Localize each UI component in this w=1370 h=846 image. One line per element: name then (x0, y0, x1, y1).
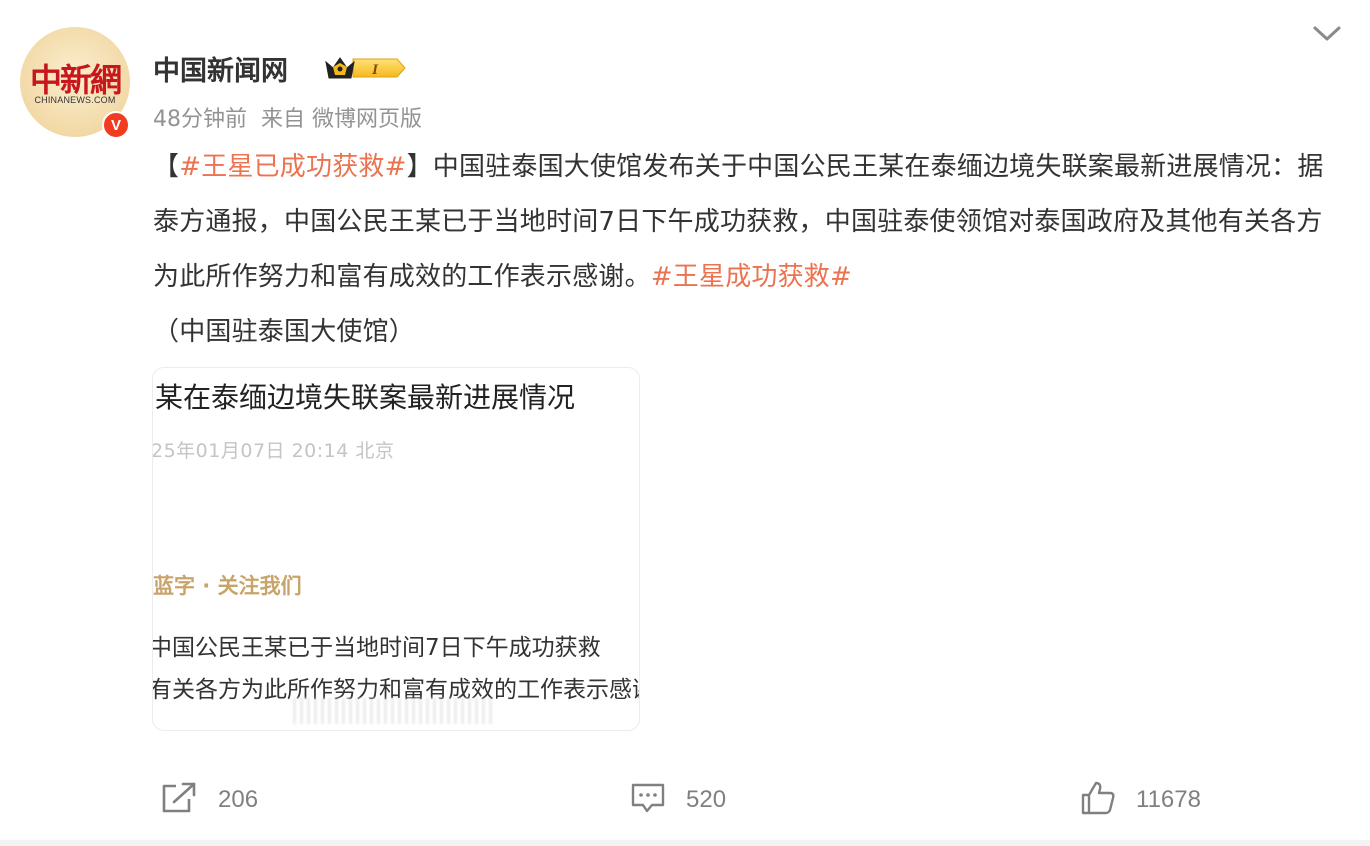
bracket-close: 】 (406, 152, 433, 182)
card-follow-text: 蓝字 · 关注我们 (153, 574, 302, 598)
post-source-note: （中国驻泰国大使馆） (153, 317, 416, 347)
like-count: 11678 (1136, 786, 1201, 813)
divider (0, 840, 1370, 846)
post-time[interactable]: 48分钟前 (153, 107, 247, 132)
post-source: 来自 微博网页版 (261, 107, 422, 132)
avatar-sub-text: CHINANEWS.COM (34, 95, 116, 105)
hashtag-link[interactable]: #王星已成功获救# (179, 152, 406, 182)
chevron-down-icon[interactable] (1310, 20, 1344, 46)
thumbs-up-icon (1080, 780, 1116, 820)
crown-badge-icon[interactable]: I (323, 54, 407, 82)
card-text-line-1: 中国公民王某已于当地时间7日下午成功获救 (152, 635, 601, 661)
card-title: 某在泰缅边境失联案最新进展情况 (155, 381, 576, 414)
author-name[interactable]: 中国新闻网 (153, 49, 288, 88)
bracket-open: 【 (153, 152, 180, 182)
repost-button[interactable]: 206 (160, 780, 258, 820)
rank-badge-label: I (371, 62, 379, 78)
repost-icon (160, 781, 198, 819)
comment-button[interactable]: 520 (630, 780, 726, 820)
post-image-card[interactable]: 某在泰缅边境失联案最新进展情况 25年01月07日 20:14 北京 蓝字 · … (152, 367, 640, 731)
post-text: 【#王星已成功获救#】中国驻泰国大使馆发布关于中国公民王某在泰缅边境失联案最新进… (153, 140, 1343, 360)
repost-count: 206 (218, 786, 259, 813)
like-button[interactable]: 11678 (1080, 780, 1201, 820)
hashtag-link-2[interactable]: #王星成功获救# (651, 262, 852, 292)
post-meta: 48分钟前 来自 微博网页版 (153, 101, 422, 133)
comment-icon (630, 781, 666, 819)
card-blur-overlay (293, 698, 493, 724)
weibo-post: 中新網 CHINANEWS.COM V 中国新闻网 I 48分钟前 来自 微博网页… (0, 0, 1370, 846)
comment-count: 520 (686, 786, 727, 813)
verified-icon: V (102, 111, 130, 139)
card-date: 25年01月07日 20:14 北京 (152, 440, 395, 462)
